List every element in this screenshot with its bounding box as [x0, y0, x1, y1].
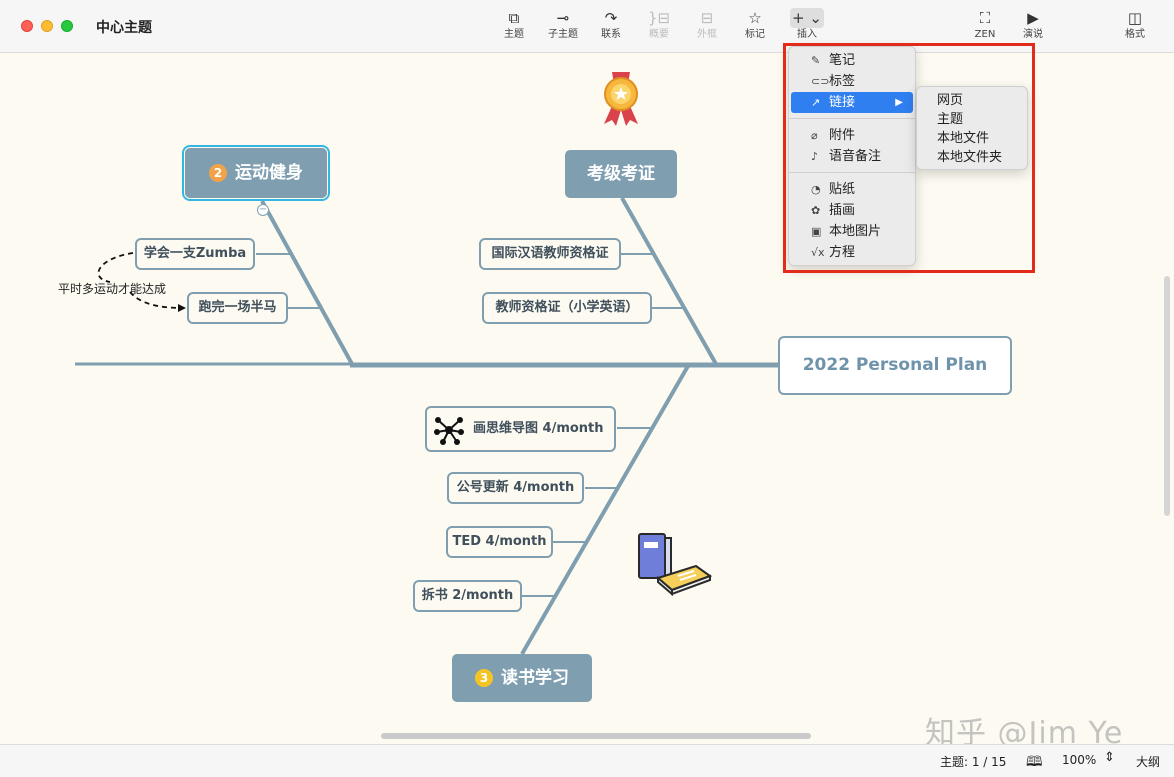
play-icon: ▶ — [1027, 9, 1039, 27]
book-icon[interactable]: 🕮 — [1026, 751, 1043, 775]
zoom-level[interactable]: 100% — [1062, 753, 1096, 767]
relationship-label[interactable]: 平时多运动才能达成 — [58, 280, 166, 297]
priority-2-icon: 2 — [209, 164, 227, 182]
priority-3-icon: 3 — [475, 669, 493, 687]
zoom-window-button[interactable] — [61, 20, 73, 32]
subtopic-zumba[interactable]: 学会一支Zumba — [135, 238, 255, 270]
relationship-icon: ↷ — [604, 9, 618, 27]
subtopic-wechat-update[interactable]: 公号更新 4/month — [447, 472, 584, 504]
summary-icon: }⊟ — [647, 9, 671, 27]
fullscreen-icon: ⛶ — [979, 9, 991, 27]
subtopic-half-marathon[interactable]: 跑完一场半马 — [187, 292, 288, 324]
topic-icon: ⧉ — [508, 9, 520, 27]
zen-button[interactable]: ⛶ ZEN — [962, 8, 1008, 48]
subtopic-button[interactable]: ⊸ 子主题 — [540, 8, 586, 48]
subtopic-mindmap[interactable]: 画思维导图 4/month — [425, 406, 616, 452]
star-icon: ☆ — [748, 9, 762, 27]
topic-button[interactable]: ⧉ 主题 — [491, 8, 537, 48]
plus-chevron-icon: + ⌄ — [790, 8, 824, 28]
outline-button[interactable]: 大纲 — [1136, 753, 1160, 770]
central-topic[interactable]: 2022 Personal Plan — [778, 336, 1012, 395]
boundary-button[interactable]: ⊟ 外框 — [684, 8, 730, 48]
vertical-scrollbar[interactable] — [1164, 276, 1170, 516]
present-button[interactable]: ▶ 演说 — [1010, 8, 1056, 48]
collapse-toggle[interactable]: − — [257, 204, 269, 216]
branch-topic-reading[interactable]: 3 读书学习 — [452, 654, 592, 702]
status-bar: 主题: 1 / 15 🕮 100% ⇕ 大纲 — [0, 744, 1174, 777]
relationship-button[interactable]: ↷ 联系 — [588, 8, 634, 48]
subtopic-icon: ⊸ — [556, 9, 570, 27]
branch-topic-fitness[interactable]: 2 运动健身 — [182, 145, 330, 201]
subtopic-ted[interactable]: TED 4/month — [446, 526, 553, 558]
window-title: 中心主题 — [96, 20, 152, 36]
books-sticker[interactable] — [636, 530, 714, 596]
subtopic-book-summary[interactable]: 拆书 2/month — [413, 580, 522, 612]
topic-count: 主题: 1 / 15 — [940, 755, 1007, 769]
sidebar-panel-icon: ◫ — [1127, 9, 1143, 27]
horizontal-scrollbar[interactable] — [381, 733, 811, 739]
subtopic-teacher-cert[interactable]: 教师资格证（小学英语） — [482, 292, 652, 324]
subtopic-chinese-teacher-cert[interactable]: 国际汉语教师资格证 — [479, 238, 621, 270]
boundary-icon: ⊟ — [700, 9, 714, 27]
close-window-button[interactable] — [21, 20, 33, 32]
branch-topic-certification[interactable]: 考级考证 — [565, 150, 677, 198]
highlight-annotation-box — [783, 43, 1035, 273]
format-button[interactable]: ◫ 格式 — [1112, 8, 1158, 48]
summary-button[interactable]: }⊟ 概要 — [636, 8, 682, 48]
insert-button[interactable]: + ⌄ 插入 — [784, 8, 830, 48]
marker-button[interactable]: ☆ 标记 — [732, 8, 778, 48]
mindmap-icon — [434, 417, 464, 445]
minimize-window-button[interactable] — [41, 20, 53, 32]
zoom-stepper-icon[interactable]: ⇕ — [1104, 750, 1115, 765]
medal-sticker[interactable] — [590, 68, 652, 128]
